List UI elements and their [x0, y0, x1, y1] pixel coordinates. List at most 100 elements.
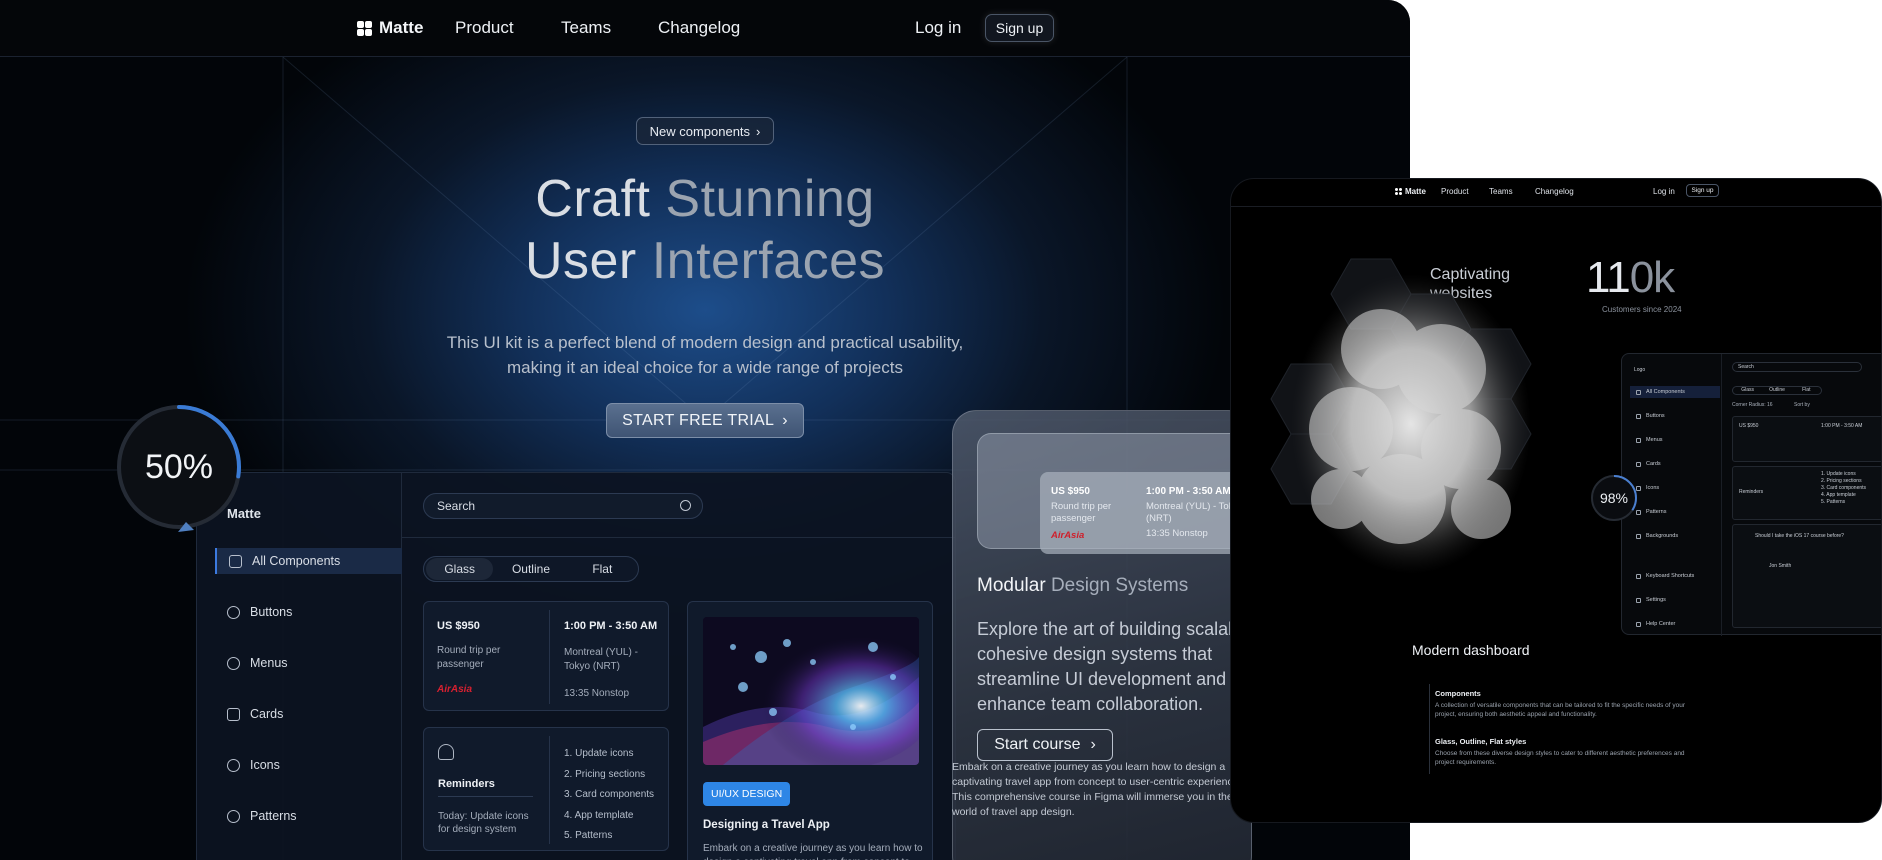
nav-teams-link[interactable]: Teams — [561, 18, 611, 38]
sidebar-item-menus[interactable]: Menus — [1630, 434, 1720, 446]
tab-outline[interactable]: Outline — [497, 558, 564, 580]
sort-by-dropdown[interactable]: Sort by — [1794, 402, 1810, 408]
sidebar-item-help-center[interactable]: Help Center — [1630, 618, 1720, 630]
dashboard-logo: Logo — [1634, 367, 1646, 373]
nav-changelog-link[interactable]: Changelog — [658, 18, 740, 38]
reminders-card[interactable]: Reminders Today: Update icons for design… — [423, 727, 669, 851]
customer-count: 110k — [1586, 253, 1675, 303]
sidebar-item-buttons[interactable]: Buttons — [1630, 410, 1720, 422]
progress-ring: 50% — [110, 398, 248, 536]
list-item: 3. Card components — [564, 789, 655, 800]
sidebar-item-label: Icons — [250, 758, 280, 772]
sidebar-item-backgrounds[interactable]: Backgrounds — [1630, 530, 1720, 542]
sidebar-item-cards[interactable]: Cards — [1630, 458, 1720, 470]
ticket-price-sub: Round trip per passenger — [437, 645, 501, 670]
course-card[interactable]: UI/UX DESIGN Designing a Travel App Emba… — [687, 601, 933, 860]
tab-glass[interactable]: Glass — [1733, 387, 1762, 394]
card-title-word: Modular — [977, 575, 1046, 596]
brand-logo[interactable]: Matte — [357, 18, 423, 38]
sidebar-item-label: Menus — [1646, 437, 1663, 443]
category-tag: UI/UX DESIGN — [703, 782, 791, 806]
signup-button[interactable]: Sign up — [985, 14, 1054, 42]
flight-ticket-card[interactable]: US $950 Round trip per passenger AirAsia… — [423, 601, 669, 711]
sidebar-item-label: All Components — [252, 554, 341, 568]
top-navigation: Matte Product Teams Changelog Log in Sig… — [0, 0, 1410, 57]
nav-teams-link[interactable]: Teams — [1489, 187, 1513, 196]
search-icon — [680, 500, 691, 511]
card-icon — [1636, 461, 1641, 467]
ticket-price: US $950 — [1739, 423, 1759, 429]
sidebar-item-patterns[interactable]: Patterns — [1630, 506, 1720, 518]
nav-product-link[interactable]: Product — [455, 18, 514, 38]
brand-logo[interactable]: Matte — [1395, 187, 1426, 196]
hero-title-word: Craft — [535, 170, 651, 228]
divider — [549, 610, 550, 704]
gear-icon — [1636, 597, 1641, 603]
signup-button[interactable]: Sign up — [1686, 184, 1719, 197]
chevron-right-icon: › — [782, 411, 788, 429]
start-free-trial-button[interactable]: START FREE TRIAL › — [606, 403, 804, 438]
airline-logo: AirAsia — [437, 684, 473, 695]
sidebar-item-all-components[interactable]: All Components — [1630, 386, 1720, 398]
sidebar-item-menus[interactable]: Menus — [215, 650, 402, 676]
sidebar-item-label: Buttons — [250, 605, 293, 619]
sidebar-item-settings[interactable]: Settings — [1630, 594, 1720, 606]
flight-ticket-card[interactable]: US $950 1:00 PM - 3:50 AM — [1732, 416, 1881, 462]
tab-glass[interactable]: Glass — [426, 558, 494, 580]
sidebar-item-label: Menus — [250, 656, 288, 670]
pattern-icon — [227, 809, 240, 823]
tab-flat[interactable]: Flat — [569, 558, 636, 580]
hero-title-word: User — [524, 232, 637, 290]
flight-ticket-card: US $950 Round trip per passenger AirAsia… — [1040, 472, 1250, 554]
progress-ring: 98% — [1589, 473, 1639, 523]
sidebar-item-icons[interactable]: Icons — [1630, 482, 1720, 494]
sidebar-item-label: Keyboard Shortcuts — [1646, 573, 1695, 579]
badge-label: New components — [649, 123, 751, 139]
sidebar-item-keyboard-shortcuts[interactable]: Keyboard Shortcuts — [1630, 570, 1720, 582]
new-components-badge[interactable]: New components › — [636, 117, 774, 145]
course-title: Designing a Travel App — [703, 819, 830, 831]
sidebar-item-cards[interactable]: Cards — [215, 701, 402, 727]
search-placeholder: Search — [437, 499, 476, 513]
login-link[interactable]: Log in — [1653, 187, 1675, 196]
tab-flat[interactable]: Flat — [1792, 387, 1821, 394]
course-description-text: Embark on a creative journey as you lear… — [952, 761, 1242, 818]
sidebar-item-label: Buttons — [1646, 413, 1665, 419]
menu-icon — [1636, 437, 1641, 443]
card-icon — [227, 707, 240, 721]
smile-icon — [227, 758, 240, 772]
style-tabs: Glass Outline Flat — [1732, 386, 1822, 395]
nav-changelog-link[interactable]: Changelog — [1535, 187, 1574, 196]
sidebar-item-all-components[interactable]: All Components — [215, 548, 402, 574]
tab-outline[interactable]: Outline — [1762, 387, 1791, 394]
card-description: Explore the art of building scalable, co… — [977, 619, 1252, 714]
search-input[interactable]: Search — [423, 493, 703, 519]
question-text: Should I take the iOS 17 course before? — [1755, 533, 1844, 539]
search-input[interactable]: Search — [1732, 362, 1862, 372]
discussion-card[interactable]: Should I take the iOS 17 course before? … — [1732, 524, 1881, 628]
reminders-title: Reminders — [1739, 489, 1764, 495]
ticket-duration: 13:35 Nonstop — [564, 688, 630, 699]
sidebar-item-label: Patterns — [1646, 509, 1667, 515]
login-link[interactable]: Log in — [915, 18, 961, 38]
section-title: Glass, Outline, Flat styles — [1435, 737, 1527, 746]
reminders-card[interactable]: Reminders 1. Update icons 2. Pricing sec… — [1732, 466, 1881, 520]
sidebar-item-label: Help Center — [1646, 621, 1676, 627]
corner-radius-dropdown[interactable]: Corner Radius: 16 — [1732, 402, 1773, 408]
customer-count-part: 0k — [1629, 253, 1675, 302]
list-item: 1. Update icons — [564, 748, 634, 759]
start-course-button[interactable]: Start course › — [977, 729, 1113, 761]
brand-name: Matte — [379, 18, 424, 37]
ticket-price: US $950 — [1051, 486, 1090, 497]
ticket-price-sub: Round trip per passenger — [1051, 501, 1112, 524]
sidebar-item-buttons[interactable]: Buttons — [215, 599, 402, 625]
sidebar-item-icons[interactable]: Icons — [215, 752, 402, 778]
sidebar-item-patterns[interactable]: Patterns — [215, 803, 402, 829]
course-description: Embark on a creative journey as you lear… — [703, 843, 923, 860]
cta-label: START FREE TRIAL — [622, 411, 775, 429]
nav-product-link[interactable]: Product — [1441, 187, 1469, 196]
sidebar-item-label: All Components — [1646, 389, 1685, 395]
modern-dashboard-label: Modern dashboard — [1412, 642, 1530, 658]
ticket-duration: 13:35 Nonstop — [1146, 528, 1208, 539]
airline-logo: AirAsia — [1051, 530, 1085, 541]
